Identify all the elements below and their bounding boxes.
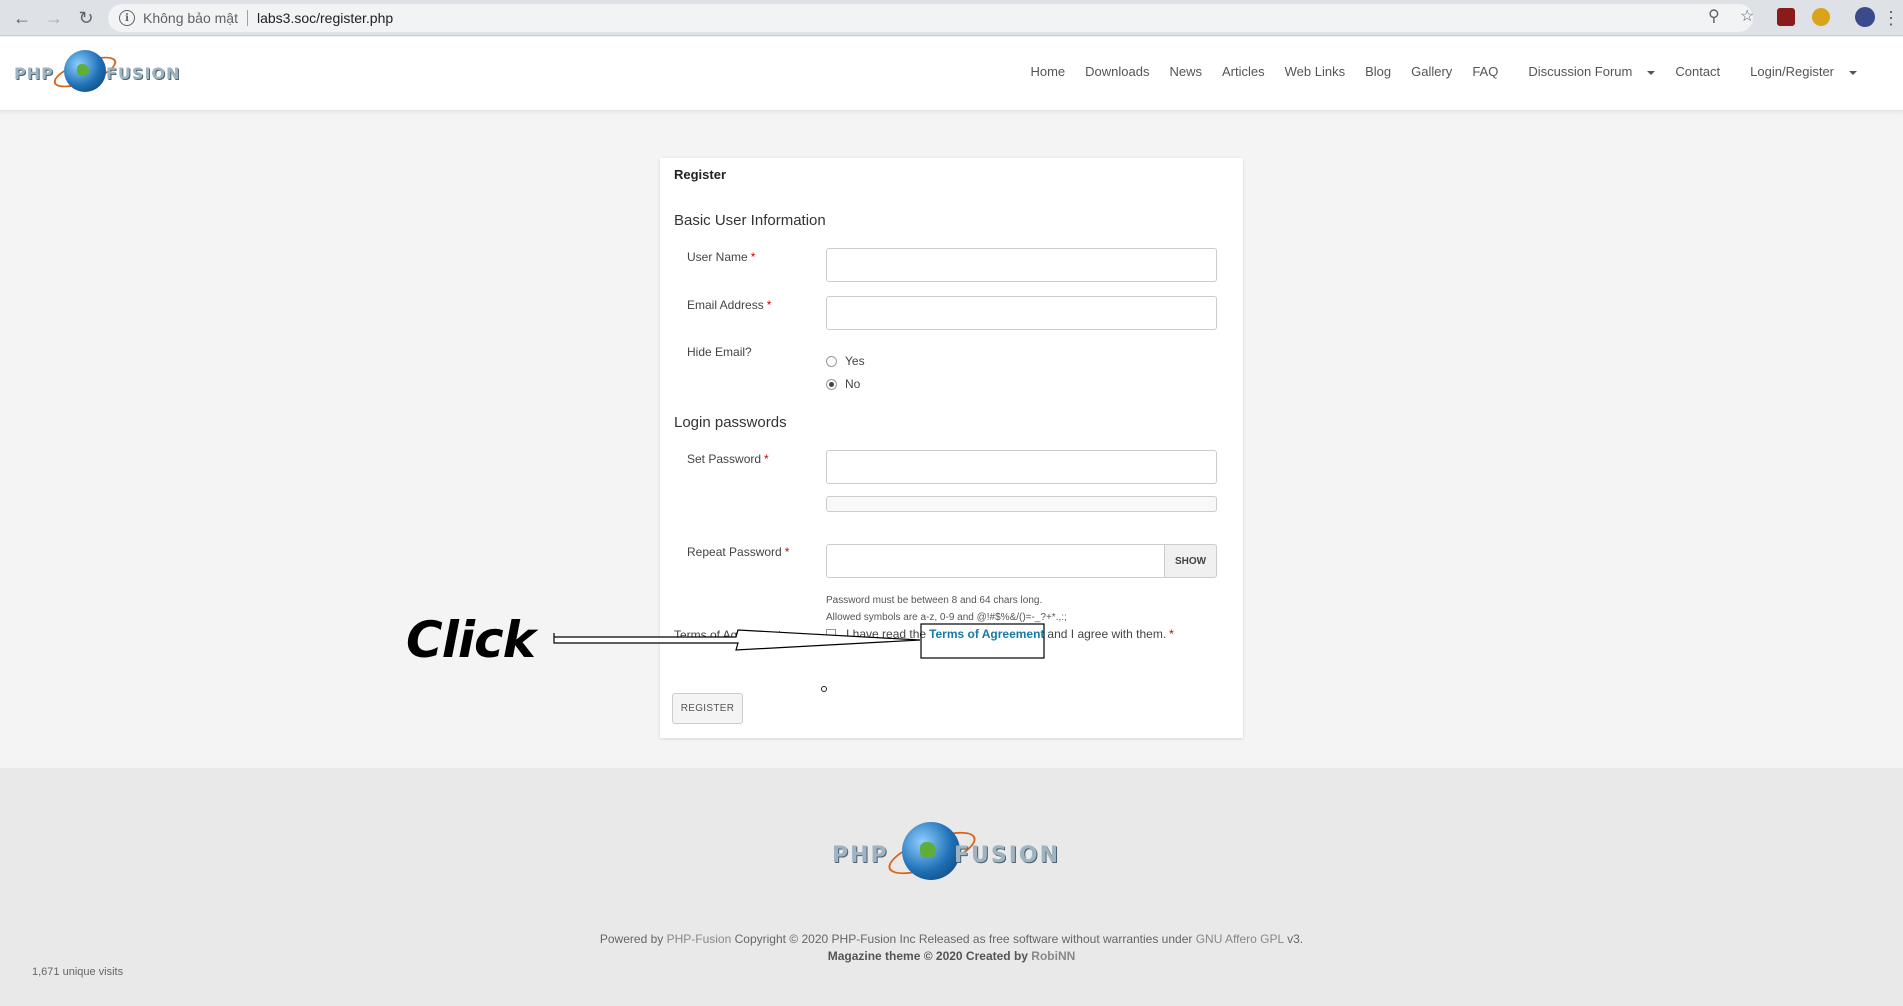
powered-by-text: Powered by [599,932,664,946]
php-fusion-link[interactable]: PHP-Fusion [667,932,732,946]
footer-copyright: Powered by PHP-Fusion Copyright © 2020 P… [0,932,1903,946]
site-footer: PHP FUSION Powered by PHP-Fusion Copyrig… [0,768,1903,1006]
visit-counter: 1,671 unique visits [32,966,124,978]
theme-credit-text: Magazine theme © 2020 Created by [827,949,1028,963]
logo-text-right: FUSION [954,843,1061,868]
footer-logo[interactable]: PHP FUSION [832,816,1074,890]
theme-author-link[interactable]: RobiNN [1031,949,1075,963]
license-suffix: v3. [1287,932,1304,946]
footer-theme-credit: Magazine theme © 2020 Created by RobiNN [0,949,1903,963]
license-link[interactable]: GNU Affero GPL [1196,932,1284,946]
copyright-text: Copyright © 2020 PHP-Fusion Inc Released… [734,932,1193,946]
highlight-box [920,623,1045,659]
logo-globe [902,822,960,880]
logo-text-left: PHP [832,843,889,868]
